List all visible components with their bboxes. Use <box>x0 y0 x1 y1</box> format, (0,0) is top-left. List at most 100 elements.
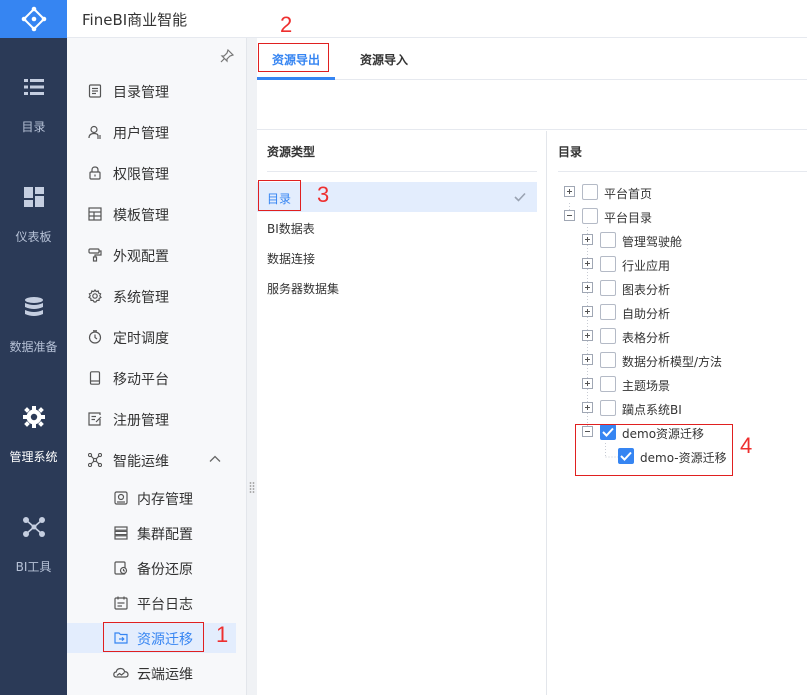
tree-checkbox[interactable] <box>600 280 616 296</box>
resource-type-panel: 资源类型 目录 BI数据表 数据连接 服务器数据集 <box>257 131 547 695</box>
toolbar-area <box>257 90 807 130</box>
annotation-number-4: 4 <box>740 433 753 458</box>
expand-icon[interactable] <box>582 234 593 245</box>
sidebar-item-label: 移动平台 <box>113 372 169 388</box>
tree-checkbox[interactable] <box>600 328 616 344</box>
expand-icon[interactable] <box>582 306 593 317</box>
tree-checkbox[interactable] <box>582 208 598 224</box>
expand-icon[interactable] <box>582 258 593 269</box>
resource-type-connection[interactable]: 数据连接 <box>257 242 537 272</box>
left-rail: 目录 仪表板 数据准备 管理系统 BI工具 <box>0 0 67 695</box>
tree-node-label: 自助分析 <box>622 307 671 321</box>
logo-icon <box>21 6 46 32</box>
sidebar-item-mobile[interactable]: 移动平台 <box>67 363 247 393</box>
sidebar-item-label: 内存管理 <box>137 492 193 508</box>
expand-icon[interactable] <box>564 186 575 197</box>
resource-type-header: 资源类型 <box>267 145 316 159</box>
mobile-icon <box>87 370 103 386</box>
rail-item-bi-tools[interactable]: BI工具 <box>0 516 67 616</box>
sidebar-item-templates[interactable]: 模板管理 <box>67 199 247 229</box>
resource-type-server-dataset[interactable]: 服务器数据集 <box>257 272 537 302</box>
tree-checkbox[interactable] <box>600 376 616 392</box>
log-icon <box>113 595 129 611</box>
expand-icon[interactable] <box>582 330 593 341</box>
tree-node[interactable]: 图表分析 <box>548 277 807 301</box>
sidebar-subitem-backup[interactable]: 备份还原 <box>67 553 247 583</box>
sidebar-item-label: 外观配置 <box>113 249 169 265</box>
sidebar-item-label: 模板管理 <box>113 208 169 224</box>
app-logo[interactable] <box>0 0 67 38</box>
memory-icon <box>113 490 129 506</box>
sidebar-item-schedule[interactable]: 定时调度 <box>67 322 247 352</box>
tree-node-label: 行业应用 <box>622 259 671 273</box>
expand-icon[interactable] <box>582 402 593 413</box>
resource-type-label: 服务器数据集 <box>267 282 340 296</box>
tree-node-label: 图表分析 <box>622 283 671 297</box>
sidebar-item-label: 定时调度 <box>113 331 169 347</box>
tree-node[interactable]: 自助分析 <box>548 301 807 325</box>
sidebar-item-label: 目录管理 <box>113 85 169 101</box>
tree-node[interactable]: 数据分析模型/方法 <box>548 349 807 373</box>
tree-checkbox[interactable] <box>600 232 616 248</box>
expand-icon[interactable] <box>582 354 593 365</box>
annotation-number-2: 2 <box>280 12 293 37</box>
tree-node[interactable]: 躏点系统BI <box>548 397 807 421</box>
tree-node[interactable]: 平台首页 <box>548 181 807 205</box>
sidebar-item-smart-ops[interactable]: 智能运维 <box>67 445 247 475</box>
rail-item-dashboard[interactable]: 仪表板 <box>0 186 67 286</box>
gear-icon <box>22 406 45 428</box>
rail-item-data-prep[interactable]: 数据准备 <box>0 296 67 396</box>
rail-label: 管理系统 <box>9 450 58 464</box>
sidebar-item-label: 注册管理 <box>113 413 169 429</box>
resource-type-bi-table[interactable]: BI数据表 <box>257 212 537 242</box>
collapse-icon[interactable] <box>564 210 575 221</box>
resource-type-label: BI数据表 <box>267 222 315 236</box>
chevron-up-icon[interactable] <box>208 452 222 470</box>
tree-node[interactable]: 主题场景 <box>548 373 807 397</box>
sidebar-subitem-memory[interactable]: 内存管理 <box>67 483 247 513</box>
sidebar-item-system[interactable]: 系统管理 <box>67 281 247 311</box>
app-title: FineBI商业智能 <box>82 11 188 29</box>
tab-import[interactable]: 资源导入 <box>360 51 408 68</box>
tree-node[interactable]: 管理驾驶舱 <box>548 229 807 253</box>
sidebar-item-label: 权限管理 <box>113 167 169 183</box>
sidebar-item-users[interactable]: 用户管理 <box>67 117 247 147</box>
dashboard-icon <box>23 186 44 208</box>
catalog-tree-panel: 目录 平台首页 平台目录 管理驾驶舱 行业应用 图表分析 自助分析 表格分析 数据分析模型/方… <box>548 131 807 695</box>
pin-icon[interactable] <box>220 48 235 67</box>
annotation-box-3 <box>258 180 301 211</box>
sidebar-item-permissions[interactable]: 权限管理 <box>67 158 247 188</box>
tree-checkbox[interactable] <box>582 184 598 200</box>
tree-node-label: 表格分析 <box>622 331 671 345</box>
rail-label: 目录 <box>21 120 46 134</box>
rail-item-catalog[interactable]: 目录 <box>0 76 67 176</box>
sidebar-item-catalog[interactable]: 目录管理 <box>67 76 247 106</box>
sidebar-item-appearance[interactable]: 外观配置 <box>67 240 247 270</box>
backup-icon <box>113 560 129 576</box>
sidebar-subitem-logs[interactable]: 平台日志 <box>67 588 247 618</box>
tree-node[interactable]: 行业应用 <box>548 253 807 277</box>
expand-icon[interactable] <box>582 378 593 389</box>
template-icon <box>87 206 103 222</box>
sidebar-subitem-cloud-ops[interactable]: 云端运维 <box>67 658 247 688</box>
sidebar-subitem-cluster[interactable]: 集群配置 <box>67 518 247 548</box>
sidebar-item-label: 智能运维 <box>113 454 169 470</box>
tree-checkbox[interactable] <box>600 304 616 320</box>
list-icon <box>23 76 44 98</box>
tree-node-label: 主题场景 <box>622 379 671 393</box>
annotation-number-1: 1 <box>216 622 229 647</box>
tree-node[interactable]: 表格分析 <box>548 325 807 349</box>
tree-node[interactable]: 平台目录 <box>548 205 807 229</box>
register-icon <box>87 411 103 427</box>
admin-sidebar: 目录管理 用户管理 权限管理 模板管理 外观配置 系统管理 定时调度 移动平台 <box>67 38 247 695</box>
sidebar-item-registration[interactable]: 注册管理 <box>67 404 247 434</box>
tree-node-label: 躏点系统BI <box>622 403 682 417</box>
lock-icon <box>87 165 103 181</box>
tree-checkbox[interactable] <box>600 352 616 368</box>
sidebar-item-label: 云端运维 <box>137 667 193 683</box>
tree-checkbox[interactable] <box>600 400 616 416</box>
splitter-handle[interactable] <box>247 480 257 494</box>
rail-item-admin[interactable]: 管理系统 <box>0 406 67 506</box>
tree-checkbox[interactable] <box>600 256 616 272</box>
expand-icon[interactable] <box>582 282 593 293</box>
